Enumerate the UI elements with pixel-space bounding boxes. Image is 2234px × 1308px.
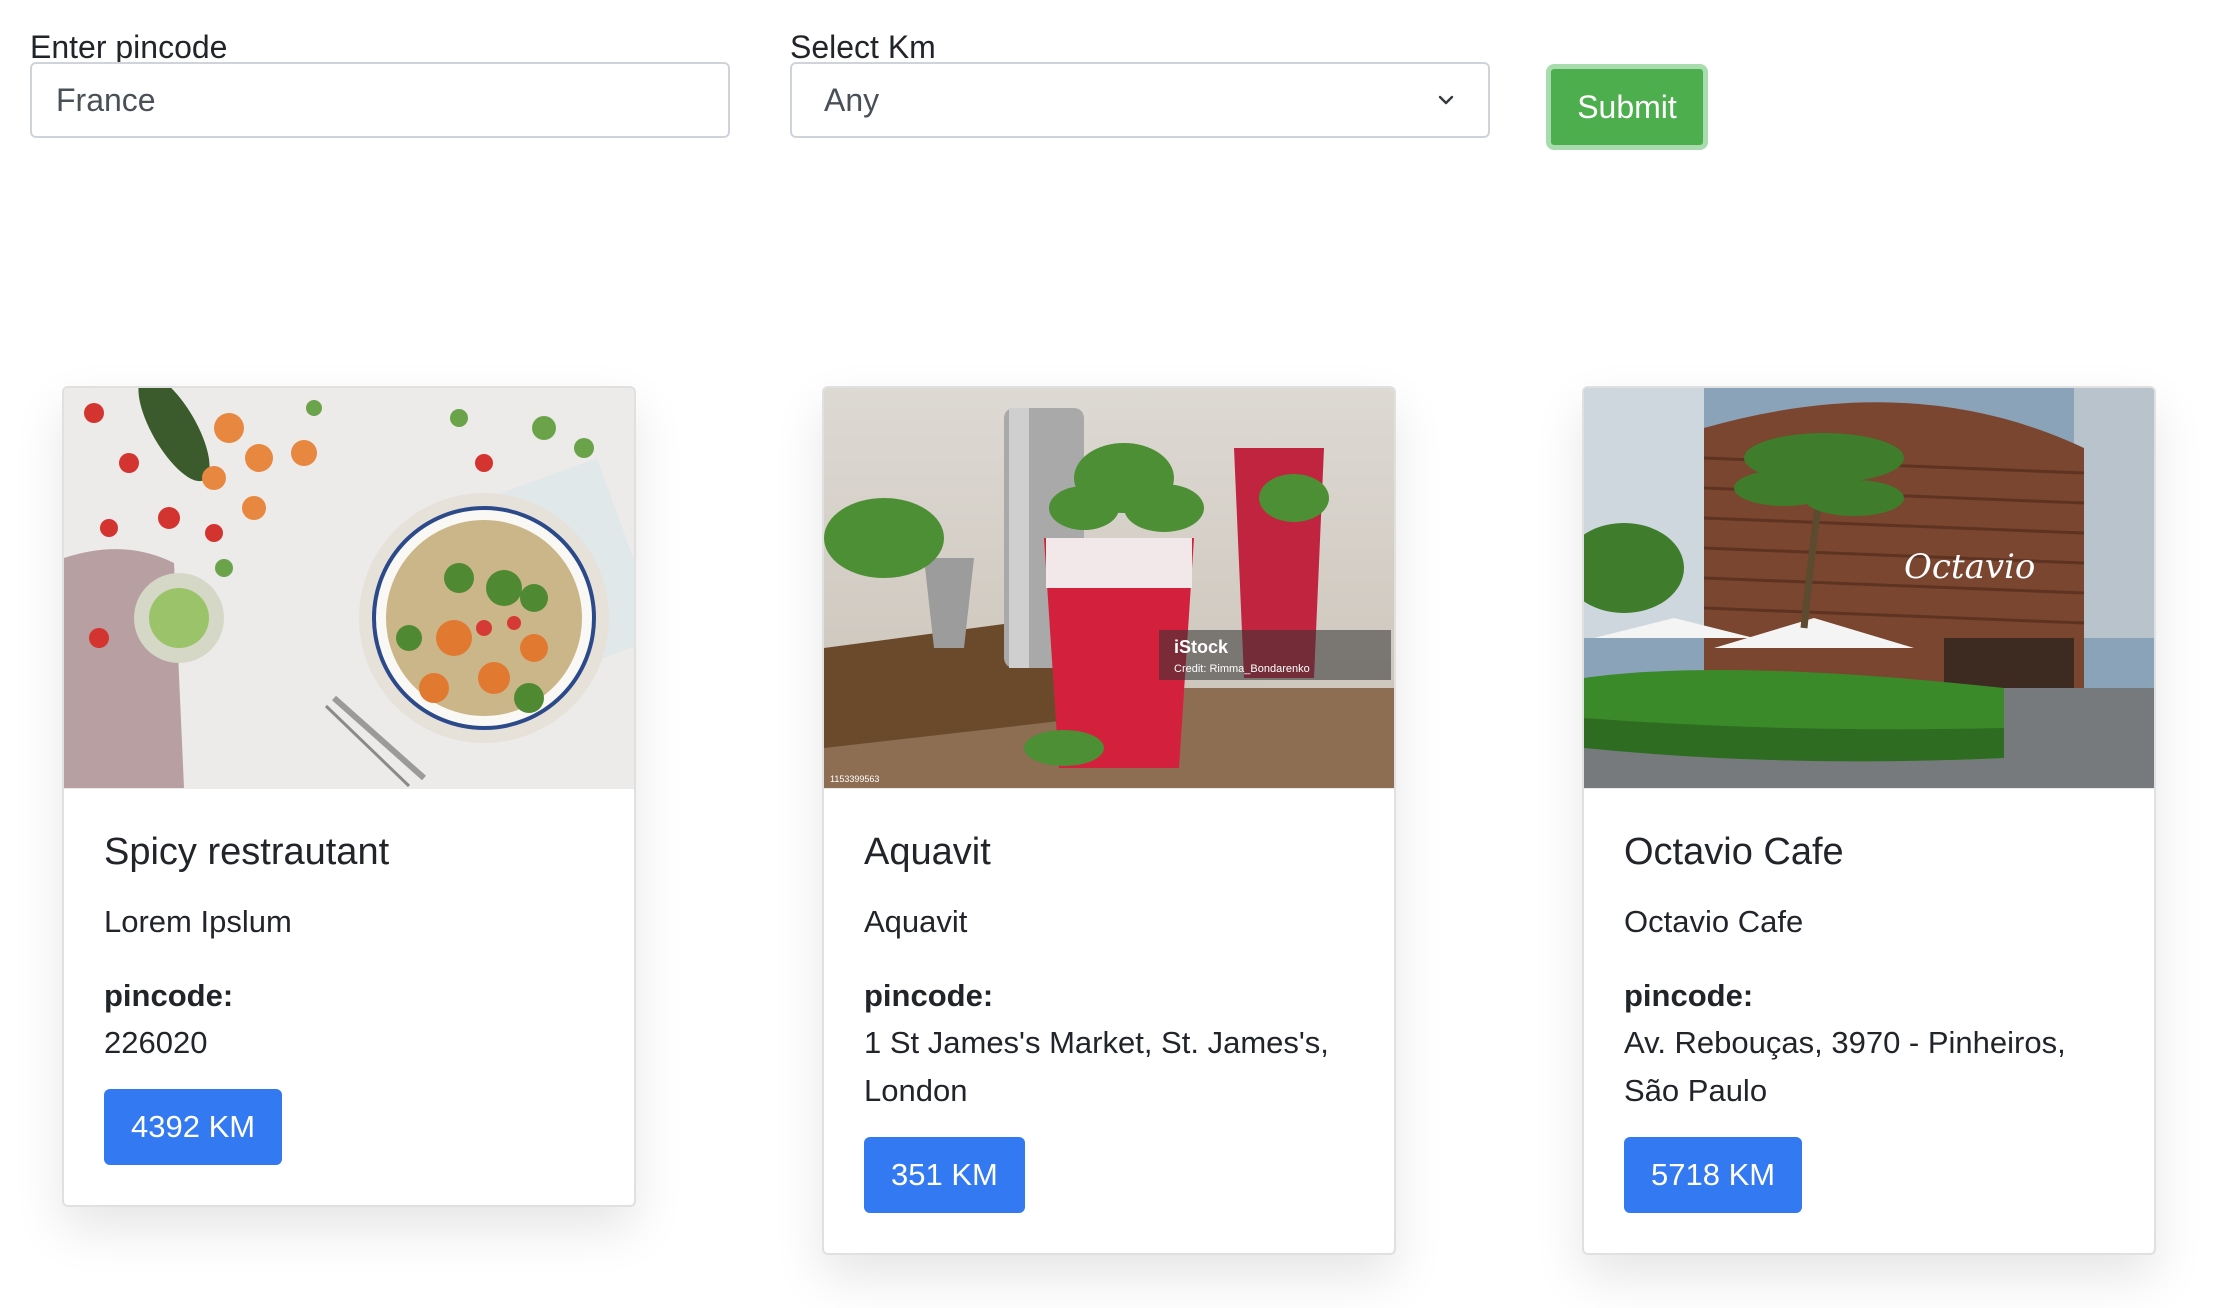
- distance-button[interactable]: 351 KM: [864, 1137, 1025, 1213]
- restaurant-card: Spicy restrautant Lorem Ipslum pincode: …: [62, 386, 636, 1207]
- card-body: Octavio Cafe Octavio Cafe pincode: Av. R…: [1584, 789, 2154, 1253]
- card-title: Spicy restrautant: [104, 831, 390, 873]
- restaurant-image: iStock Credit: Rimma_Bondarenko 11533995…: [824, 388, 1394, 789]
- cafe-sign-text: Octavio: [1904, 547, 2035, 587]
- distance-button[interactable]: 5718 KM: [1624, 1137, 1803, 1213]
- restaurant-image: Octavio: [1584, 388, 2154, 789]
- restaurant-card: iStock Credit: Rimma_Bondarenko 11533995…: [822, 386, 1396, 1255]
- card-body: Aquavit Aquavit pincode: 1 St James's Ma…: [824, 789, 1394, 1253]
- pincode-value: 226020: [104, 1025, 208, 1060]
- distance-button[interactable]: 4392 KM: [104, 1089, 283, 1165]
- pincode-input[interactable]: [30, 62, 730, 138]
- pincode-value: 1 St James's Market, St. James's, London: [864, 1025, 1329, 1108]
- km-selected-value: Any: [824, 81, 880, 118]
- card-description: Octavio Cafe: [1624, 904, 1804, 939]
- card-description: Lorem Ipslum: [104, 904, 292, 939]
- card-title: Aquavit: [864, 831, 991, 873]
- image-id-text: 1153399563: [830, 774, 879, 784]
- watermark-text: iStock: [1174, 637, 1229, 657]
- chevron-down-icon: [1438, 95, 1454, 105]
- card-description: Aquavit: [864, 904, 968, 939]
- submit-button[interactable]: Submit: [1546, 64, 1708, 150]
- restaurant-card: Octavio Octavio Cafe Octavio Cafe pincod…: [1582, 386, 2156, 1255]
- search-form: Enter pincode Select Km Any Submit: [0, 0, 2234, 200]
- pincode-heading: pincode:: [864, 978, 994, 1013]
- card-title: Octavio Cafe: [1624, 831, 1844, 873]
- pincode-heading: pincode:: [104, 978, 234, 1013]
- credit-text: Credit: Rimma_Bondarenko: [1174, 663, 1310, 675]
- restaurant-image: [64, 388, 634, 789]
- pincode-heading: pincode:: [1624, 978, 1754, 1013]
- km-select[interactable]: Any: [790, 62, 1490, 138]
- card-body: Spicy restrautant Lorem Ipslum pincode: …: [64, 789, 634, 1205]
- pincode-value: Av. Rebouças, 3970 - Pinheiros, São Paul…: [1624, 1025, 2066, 1108]
